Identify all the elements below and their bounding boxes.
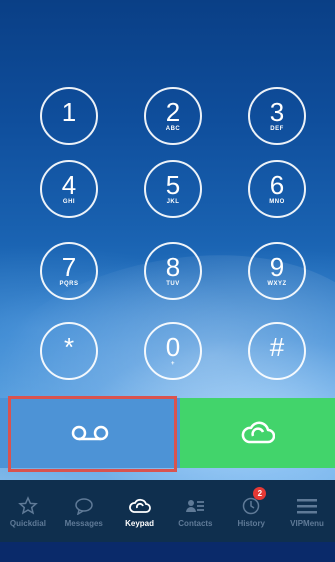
key-letters: WXYZ (267, 281, 287, 287)
key-letters: DEF (270, 126, 284, 132)
nav-history[interactable]: 2 History (223, 480, 279, 542)
nav-contacts[interactable]: Contacts (167, 480, 223, 542)
key-digit: 9 (269, 252, 285, 282)
key-digit: 1 (61, 97, 77, 127)
key-letters: PQRS (59, 281, 79, 287)
key-3[interactable]: 3 DEF (248, 87, 306, 145)
nav-label: History (237, 518, 265, 528)
key-digit: 0 (165, 332, 181, 362)
key-7[interactable]: 7 PQRS (40, 242, 98, 300)
key-6[interactable]: 6 MNO (248, 160, 306, 218)
key-9[interactable]: 9 WXYZ (248, 242, 306, 300)
key-2[interactable]: 2 ABC (144, 87, 202, 145)
cloud-logo-icon (128, 495, 151, 517)
nav-label: Contacts (178, 518, 213, 528)
key-digit: 8 (165, 252, 181, 282)
notification-badge: 2 (253, 487, 267, 500)
nav-messages[interactable]: Messages (56, 480, 112, 542)
key-digit: * (63, 332, 75, 362)
key-letters: MNO (269, 199, 285, 205)
nav-label: Quickdial (9, 518, 46, 528)
bottom-nav: Quickdial Messages Keypad Contacts 2 His… (0, 480, 335, 542)
key-letters: + (170, 361, 175, 367)
key-hash[interactable]: # (248, 322, 306, 380)
star-icon (18, 495, 38, 517)
key-digit: 6 (269, 170, 285, 200)
nav-label: VIPMenu (290, 518, 324, 528)
cloud-call-icon (241, 421, 275, 444)
key-digit: 7 (61, 252, 77, 282)
chat-bubble-icon (74, 495, 94, 517)
key-4[interactable]: 4 GHI (40, 160, 98, 218)
key-letters: GHI (62, 199, 76, 205)
nav-keypad[interactable]: Keypad (112, 480, 168, 542)
highlight-box (8, 396, 177, 472)
nav-label: Keypad (125, 518, 155, 528)
menu-icon (296, 495, 318, 517)
key-star[interactable]: * (40, 322, 98, 380)
key-digit: 4 (61, 170, 77, 200)
key-5[interactable]: 5 JKL (144, 160, 202, 218)
key-0[interactable]: 0 + (144, 322, 202, 380)
nav-vipmenu[interactable]: VIPMenu (279, 480, 335, 542)
key-letters: TUV (166, 281, 180, 287)
key-digit: # (269, 332, 285, 362)
key-digit: 5 (165, 170, 181, 200)
key-1[interactable]: 1 (40, 87, 98, 145)
key-digit: 3 (269, 97, 285, 127)
nav-quickdial[interactable]: Quickdial (0, 480, 56, 542)
nav-label: Messages (64, 518, 103, 528)
call-button[interactable] (180, 398, 335, 468)
key-8[interactable]: 8 TUV (144, 242, 202, 300)
key-letters: JKL (166, 199, 180, 205)
contacts-icon (185, 495, 205, 517)
key-digit: 2 (165, 97, 181, 127)
key-letters: ABC (165, 126, 181, 132)
